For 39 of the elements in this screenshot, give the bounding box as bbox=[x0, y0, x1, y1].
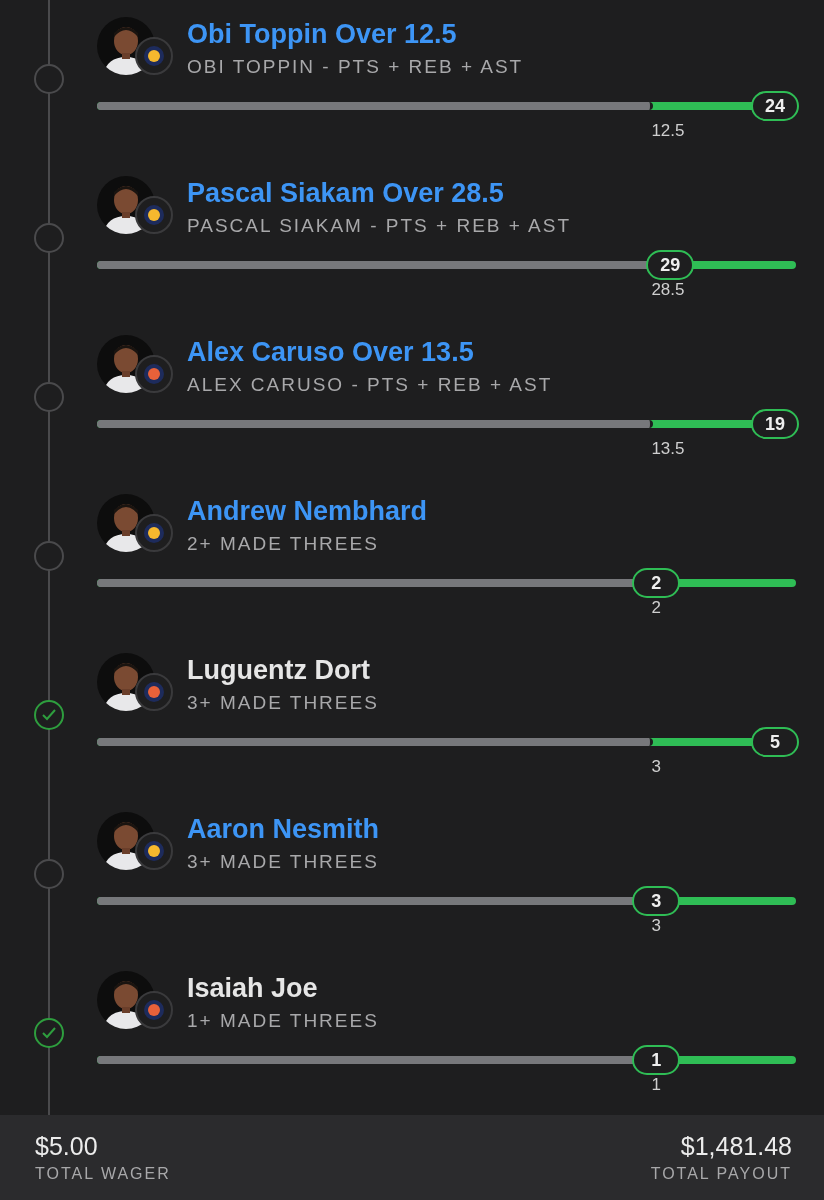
line-value: 3 bbox=[651, 757, 661, 777]
leg-title: Obi Toppin Over 12.5 bbox=[187, 19, 458, 50]
team-logo-icon bbox=[142, 680, 166, 704]
market-label: 3+ MADE THREES bbox=[187, 692, 379, 714]
market-label: 2+ MADE THREES bbox=[187, 533, 380, 555]
leg-title: Luguentz Dort bbox=[187, 655, 371, 686]
result-tooltip: 19 bbox=[751, 409, 799, 439]
market-label: 3+ MADE THREES bbox=[187, 851, 380, 873]
team-logo-icon bbox=[142, 203, 166, 227]
result-tooltip: 3 bbox=[632, 886, 681, 916]
leg-title: Andrew Nembhard bbox=[187, 496, 428, 527]
team-logo-icon bbox=[142, 362, 166, 386]
line-value: 13.5 bbox=[651, 439, 685, 459]
line-value: 28.5 bbox=[651, 280, 685, 300]
result-tooltip: 24 bbox=[751, 91, 799, 121]
result-tooltip: 29 bbox=[646, 250, 695, 280]
team-logo-icon bbox=[142, 998, 166, 1022]
team-logo-icon bbox=[142, 521, 166, 545]
leg-title: Pascal Siakam Over 28.5 bbox=[187, 178, 505, 209]
wager-label: TOTAL WAGER bbox=[35, 1165, 171, 1183]
market-label: PASCAL SIAKAM - PTS + REB + AST bbox=[187, 215, 572, 237]
result-tooltip: 2 bbox=[632, 568, 681, 598]
result-tooltip: 1 bbox=[632, 1045, 681, 1075]
line-value: 12.5 bbox=[651, 121, 685, 141]
market-label: ALEX CARUSO - PTS + REB + AST bbox=[187, 374, 553, 396]
leg-title: Isaiah Joe bbox=[187, 973, 319, 1004]
market-label: 1+ MADE THREES bbox=[187, 1010, 379, 1032]
line-value: 2 bbox=[651, 598, 661, 618]
payout-amount: $1,481.48 bbox=[680, 1132, 792, 1161]
payout-label: TOTAL PAYOUT bbox=[650, 1165, 792, 1183]
line-value: 1 bbox=[651, 1075, 661, 1095]
line-value: 3 bbox=[651, 916, 661, 936]
leg-title: Aaron Nesmith bbox=[187, 814, 380, 845]
team-logo-icon bbox=[142, 839, 166, 863]
result-tooltip: 5 bbox=[751, 727, 799, 757]
wager-amount: $5.00 bbox=[35, 1132, 99, 1161]
team-logo-icon bbox=[142, 44, 166, 68]
market-label: OBI TOPPIN - PTS + REB + AST bbox=[187, 56, 524, 78]
leg-title: Alex Caruso Over 13.5 bbox=[187, 337, 475, 368]
